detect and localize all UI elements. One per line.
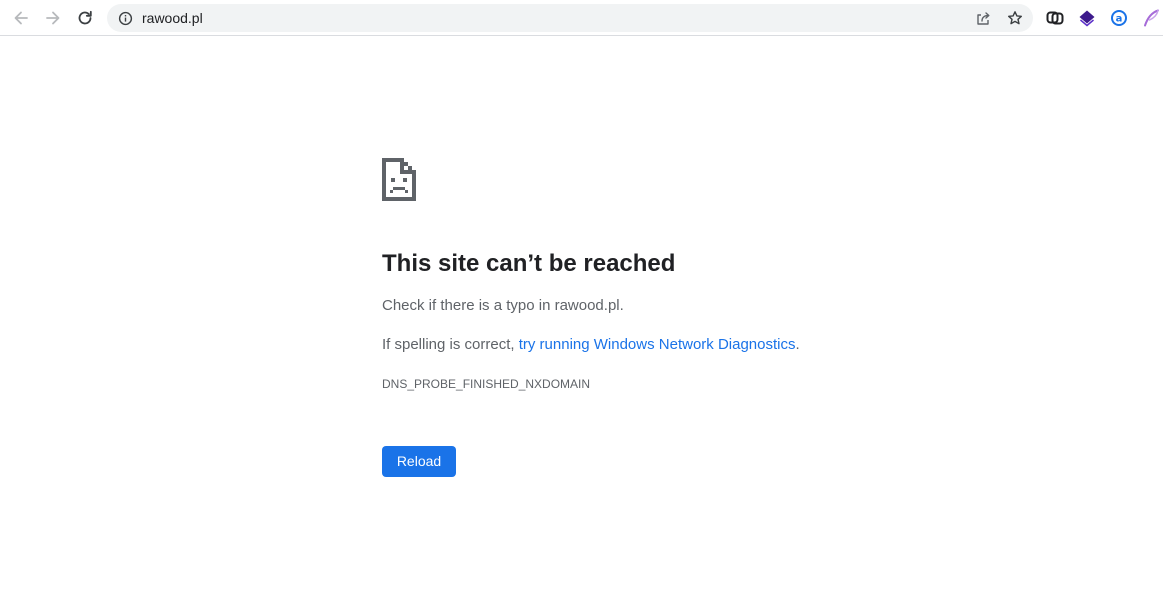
reload-page-button[interactable] <box>72 5 98 31</box>
address-bar[interactable]: rawood.pl <box>107 4 1033 32</box>
svg-text:a: a <box>1116 14 1123 25</box>
star-icon <box>1008 11 1022 25</box>
site-info-button[interactable] <box>117 10 133 26</box>
diagnostics-suffix: . <box>795 336 800 353</box>
typo-suggestion: Check if there is a typo in rawood.pl. <box>382 297 624 314</box>
reload-icon <box>78 10 92 25</box>
extension-stack-icon <box>1079 10 1095 27</box>
extension-link-button[interactable] <box>1046 9 1064 27</box>
diagnostics-prefix: If spelling is correct, <box>382 336 519 353</box>
error-code: DNS_PROBE_FINISHED_NXDOMAIN <box>382 377 591 391</box>
extension-link-icon <box>1046 11 1064 25</box>
share-button[interactable] <box>975 10 991 26</box>
forward-button[interactable] <box>40 5 66 31</box>
url-text[interactable]: rawood.pl <box>142 10 203 26</box>
sad-page-icon <box>382 158 416 201</box>
error-heading: This site can’t be reached <box>382 250 676 277</box>
back-button[interactable] <box>8 5 34 31</box>
extension-feather-button[interactable] <box>1142 9 1160 27</box>
reload-button[interactable]: Reload <box>382 446 456 477</box>
extension-feather-icon <box>1144 9 1159 27</box>
share-icon <box>977 12 990 25</box>
info-icon <box>118 11 132 25</box>
diagnostics-link[interactable]: try running Windows Network Diagnostics <box>519 336 796 353</box>
arrow-left-icon <box>14 11 28 25</box>
bookmark-button[interactable] <box>1007 10 1023 26</box>
extension-a-button[interactable]: a <box>1110 9 1128 27</box>
browser-toolbar: rawood.pl a <box>0 0 1163 36</box>
diagnostics-suggestion: If spelling is correct, try running Wind… <box>382 335 800 355</box>
extension-a-icon: a <box>1111 10 1127 26</box>
extension-stack-button[interactable] <box>1078 9 1096 27</box>
arrow-right-icon <box>46 11 60 25</box>
